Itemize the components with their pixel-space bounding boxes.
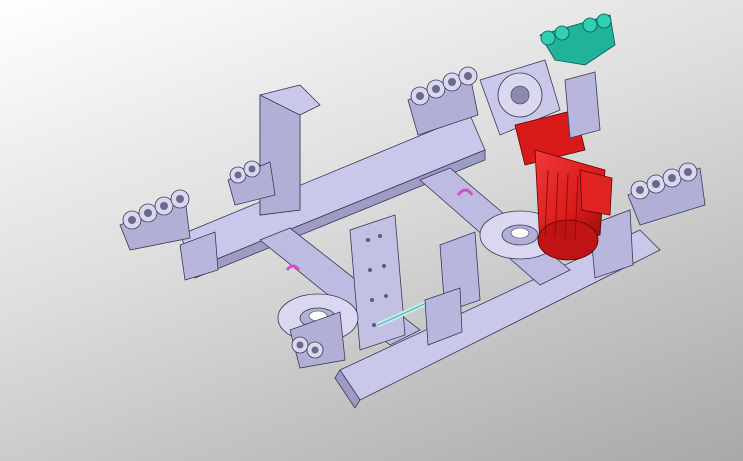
cad-viewport[interactable]: [0, 0, 743, 461]
cad-model-render[interactable]: [0, 0, 743, 461]
coupling-block: [564, 71, 601, 139]
clip-icon: [285, 264, 301, 271]
bracket-icon: [539, 13, 616, 66]
roller-assembly-icon: [119, 189, 191, 251]
center-mount-plate: [349, 214, 406, 351]
roller-assembly-icon: [627, 162, 706, 226]
drive-wheel-hub: [510, 85, 530, 105]
